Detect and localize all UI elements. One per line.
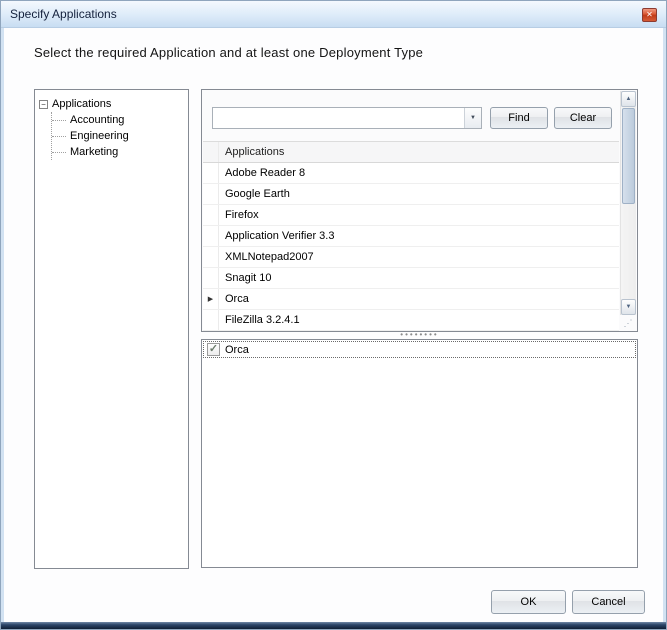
application-name-cell: Google Earth (219, 184, 619, 204)
row-selector-column (203, 310, 219, 330)
splitter-handle[interactable]: •••••••• (201, 332, 638, 339)
application-name-cell: Application Verifier 3.3 (219, 226, 619, 246)
applications-tree-panel: − Applications Accounting Engineering Ma… (34, 89, 189, 569)
resize-grip-icon: ⋰ (621, 316, 635, 331)
tree-connector (52, 152, 66, 153)
tree-root-label: Applications (52, 98, 111, 110)
row-selector-column (203, 268, 219, 288)
close-icon: ✕ (646, 10, 653, 19)
scrollbar-thumb[interactable] (622, 108, 635, 204)
application-name-cell: FileZilla 3.2.4.1 (219, 310, 619, 330)
table-row[interactable]: Snagit 10 (203, 268, 619, 289)
tree-connector (52, 136, 66, 137)
row-selector-column (203, 184, 219, 204)
scroll-up-icon: ▲ (626, 96, 632, 102)
scroll-up-button[interactable]: ▲ (621, 91, 636, 107)
table-row[interactable]: Application Verifier 3.3 (203, 226, 619, 247)
vertical-scrollbar[interactable]: ▲ ▼ (620, 91, 636, 315)
list-item-orca[interactable]: ✓ Orca (203, 341, 636, 358)
find-button[interactable]: Find (490, 107, 548, 129)
table-row[interactable]: Firefox (203, 205, 619, 226)
table-row[interactable]: FileZilla 3.2.4.1 (203, 310, 619, 331)
table-row[interactable]: XMLNotepad2007 (203, 247, 619, 268)
collapse-icon[interactable]: − (39, 100, 48, 109)
application-name-cell: Adobe Reader 8 (219, 163, 619, 183)
tree-children: Accounting Engineering Marketing (51, 112, 184, 160)
application-name-cell: Orca (219, 289, 619, 309)
window-title: Specify Applications (10, 1, 117, 27)
selected-applications-list: ✓ Orca (201, 339, 638, 568)
row-selector-column (203, 247, 219, 267)
tree-item-label: Accounting (70, 114, 124, 126)
tree-connector (52, 120, 66, 121)
row-selector-column (203, 142, 219, 162)
scrollbar-track[interactable] (621, 205, 636, 299)
application-browser-panel: ▼ Find Clear Applications Adobe Reader 8… (201, 89, 638, 332)
window-bottom-border (1, 622, 666, 629)
applications-grid: Applications Adobe Reader 8 Google Earth… (203, 141, 619, 330)
title-bar: Specify Applications ✕ (1, 1, 666, 28)
scroll-down-button[interactable]: ▼ (621, 299, 636, 315)
row-selector-arrow-icon: ▶ (203, 289, 219, 309)
tree-item-accounting[interactable]: Accounting (52, 112, 184, 128)
grid-header[interactable]: Applications (203, 142, 619, 163)
search-combobox[interactable]: ▼ (212, 107, 482, 129)
tree-root-node[interactable]: − Applications (39, 96, 184, 112)
cancel-button[interactable]: Cancel (572, 590, 645, 614)
table-row[interactable]: Google Earth (203, 184, 619, 205)
scroll-down-icon: ▼ (626, 304, 632, 310)
ok-button[interactable]: OK (491, 590, 566, 614)
checkbox-checked-icon[interactable]: ✓ (207, 343, 220, 356)
search-input[interactable] (213, 108, 464, 128)
clear-button[interactable]: Clear (554, 107, 612, 129)
tree-item-marketing[interactable]: Marketing (52, 144, 184, 160)
row-selector-column (203, 163, 219, 183)
tree-item-engineering[interactable]: Engineering (52, 128, 184, 144)
application-name-cell: XMLNotepad2007 (219, 247, 619, 267)
splitter-dots-icon: •••••••• (400, 330, 438, 339)
dropdown-button[interactable]: ▼ (464, 108, 481, 128)
row-selector-column (203, 205, 219, 225)
tree-item-label: Engineering (70, 130, 129, 142)
dialog-window: Specify Applications ✕ Select the requir… (0, 0, 667, 630)
grid-header-label: Applications (219, 142, 619, 162)
table-row-selected[interactable]: ▶ Orca (203, 289, 619, 310)
table-row[interactable]: Adobe Reader 8 (203, 163, 619, 184)
close-button[interactable]: ✕ (642, 8, 657, 22)
application-name-cell: Snagit 10 (219, 268, 619, 288)
tree-item-label: Marketing (70, 146, 118, 158)
instruction-text: Select the required Application and at l… (34, 45, 423, 60)
selected-application-label: Orca (225, 344, 249, 356)
row-selector-column (203, 226, 219, 246)
application-name-cell: Firefox (219, 205, 619, 225)
chevron-down-icon: ▼ (470, 115, 476, 121)
